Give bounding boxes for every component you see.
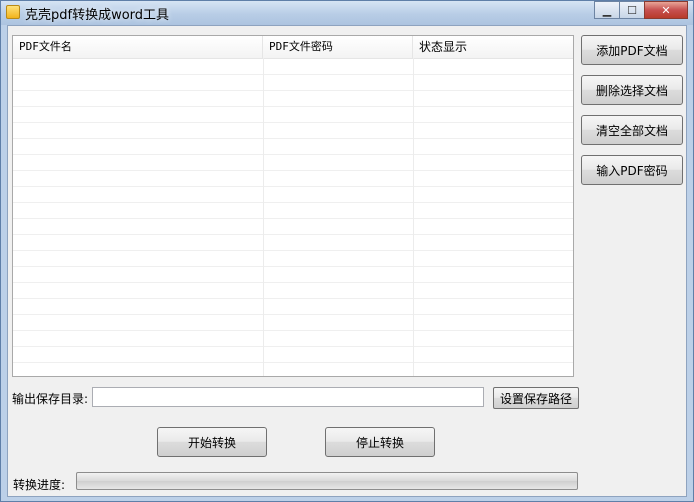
maximize-button[interactable]: ☐	[619, 1, 645, 19]
list-rows[interactable]	[13, 59, 573, 376]
maximize-icon: ☐	[627, 3, 637, 17]
close-button[interactable]: ✕	[644, 1, 688, 19]
start-conversion-button[interactable]: 开始转换	[157, 427, 267, 457]
column-header-status[interactable]: 状态显示	[413, 36, 573, 58]
stop-conversion-button[interactable]: 停止转换	[325, 427, 435, 457]
add-pdf-button[interactable]: 添加PDF文档	[581, 35, 683, 65]
client-area: PDF文件名 PDF文件密码 状态显示 添加PDF文档 删除选择文档 清空全部文…	[7, 25, 687, 497]
app-window: 克壳pdf转换成word工具 ▁ ☐ ✕ PDF文件名 PDF文件密码 状态显示…	[0, 0, 694, 502]
column-header-filename[interactable]: PDF文件名	[13, 36, 263, 58]
enter-pdf-password-button[interactable]: 输入PDF密码	[581, 155, 683, 185]
app-folder-icon	[6, 5, 20, 19]
clear-all-button[interactable]: 清空全部文档	[581, 115, 683, 145]
column-divider	[263, 58, 264, 376]
progress-label: 转换进度:	[13, 478, 66, 492]
column-divider	[413, 58, 414, 376]
list-header: PDF文件名 PDF文件密码 状态显示	[13, 36, 573, 59]
close-icon: ✕	[661, 3, 671, 17]
set-save-path-button[interactable]: 设置保存路径	[493, 387, 579, 409]
minimize-button[interactable]: ▁	[594, 1, 620, 19]
output-dir-input[interactable]	[92, 387, 484, 407]
conversion-progress-bar	[76, 472, 578, 490]
delete-selected-button[interactable]: 删除选择文档	[581, 75, 683, 105]
column-header-password[interactable]: PDF文件密码	[263, 36, 413, 58]
window-title: 克壳pdf转换成word工具	[25, 8, 170, 23]
title-bar[interactable]: 克壳pdf转换成word工具 ▁ ☐ ✕	[1, 1, 693, 25]
minimize-icon: ▁	[602, 3, 612, 17]
output-dir-label: 输出保存目录:	[12, 392, 89, 406]
pdf-file-list[interactable]: PDF文件名 PDF文件密码 状态显示	[12, 35, 574, 377]
window-controls: ▁ ☐ ✕	[594, 1, 688, 19]
